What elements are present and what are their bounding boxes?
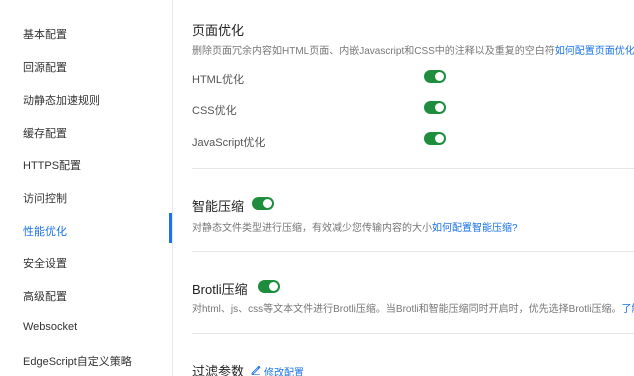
section-divider bbox=[192, 333, 634, 334]
brotli-desc: 对html、js、css等文本文件进行Brotli压缩。当Brotli和智能压缩… bbox=[192, 300, 634, 315]
js-optimize-label: JavaScript优化 bbox=[192, 137, 266, 149]
sidebar-item-basic-config[interactable]: 基本配置 bbox=[23, 26, 67, 42]
sidebar-item-advanced-config[interactable]: 高级配置 bbox=[23, 288, 67, 304]
css-optimize-label: CSS优化 bbox=[192, 105, 237, 117]
toggle-knob bbox=[263, 199, 272, 208]
page-optimize-desc: 删除页面冗余内容如HTML页面、内嵌Javascript和CSS中的注释以及重复… bbox=[192, 42, 634, 57]
smart-compress-title: 智能压缩 bbox=[192, 199, 245, 214]
brotli-help-link[interactable]: 了解 bbox=[621, 304, 634, 315]
sidebar-item-edgescript[interactable]: EdgeScript自定义策略 bbox=[23, 353, 132, 369]
brotli-title: Brotli压缩 bbox=[192, 282, 248, 297]
brotli-desc-text: 对html、js、css等文本文件进行Brotli压缩。当Brotli和智能压缩… bbox=[192, 304, 622, 315]
sidebar-item-access-control[interactable]: 访问控制 bbox=[23, 190, 67, 206]
sidebar-item-performance[interactable]: 性能优化 bbox=[23, 223, 67, 239]
css-optimize-toggle[interactable] bbox=[424, 101, 446, 114]
smart-compress-help-link[interactable]: 如何配置智能压缩? bbox=[432, 223, 518, 234]
html-optimize-toggle[interactable] bbox=[424, 70, 446, 83]
edit-icon bbox=[251, 365, 261, 376]
sidebar-item-websocket[interactable]: Websocket bbox=[23, 321, 77, 333]
toggle-knob bbox=[435, 134, 444, 143]
edit-config-button[interactable]: 修改配置 bbox=[251, 364, 304, 376]
edit-config-label: 修改配置 bbox=[264, 368, 304, 376]
sidebar-item-security[interactable]: 安全设置 bbox=[23, 255, 67, 271]
sidebar-item-cache-config[interactable]: 缓存配置 bbox=[23, 125, 67, 141]
page-optimize-desc-text: 删除页面冗余内容如HTML页面、内嵌Javascript和CSS中的注释以及重复… bbox=[192, 46, 555, 57]
main-content: 页面优化 删除页面冗余内容如HTML页面、内嵌Javascript和CSS中的注… bbox=[172, 0, 634, 376]
toggle-knob bbox=[435, 103, 444, 112]
page-optimize-help-link[interactable]: 如何配置页面优化? bbox=[555, 46, 634, 57]
page-optimize-title: 页面优化 bbox=[192, 23, 245, 38]
smart-compress-desc: 对静态文件类型进行压缩，有效减少您传输内容的大小如何配置智能压缩? bbox=[192, 219, 518, 234]
section-divider bbox=[192, 251, 634, 252]
sidebar-nav: 基本配置 回源配置 动静态加速规则 缓存配置 HTTPS配置 访问控制 性能优化… bbox=[0, 0, 173, 376]
sidebar-item-acceleration-rules[interactable]: 动静态加速规则 bbox=[23, 92, 100, 108]
js-optimize-toggle[interactable] bbox=[424, 132, 446, 145]
toggle-knob bbox=[435, 72, 444, 81]
smart-compress-toggle[interactable] bbox=[252, 197, 274, 210]
sidebar-item-https-config[interactable]: HTTPS配置 bbox=[23, 157, 81, 173]
html-optimize-label: HTML优化 bbox=[192, 74, 244, 86]
filter-params-title: 过滤参数 bbox=[192, 364, 245, 376]
brotli-toggle[interactable] bbox=[258, 280, 280, 293]
toggle-knob bbox=[269, 282, 278, 291]
sidebar-item-origin-config[interactable]: 回源配置 bbox=[23, 59, 67, 75]
smart-compress-desc-text: 对静态文件类型进行压缩，有效减少您传输内容的大小 bbox=[192, 223, 432, 234]
section-divider bbox=[192, 168, 634, 169]
